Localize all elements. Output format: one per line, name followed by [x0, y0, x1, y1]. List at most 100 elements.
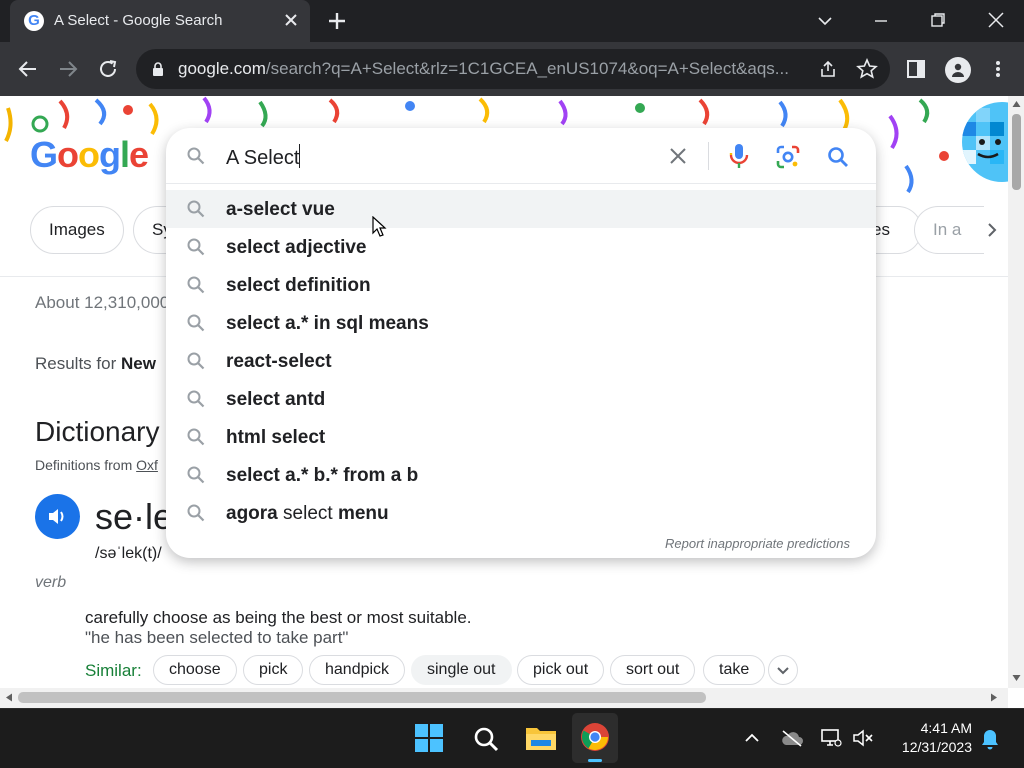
scroll-right-arrow-icon[interactable] [990, 693, 998, 702]
filter-chip-images[interactable]: Images [30, 206, 124, 254]
volume-muted-icon[interactable] [852, 728, 874, 748]
tab-close-icon[interactable] [280, 9, 302, 31]
onedrive-cloud-icon[interactable] [780, 729, 804, 747]
pronunciation-speaker-button[interactable] [35, 494, 80, 539]
google-lens-camera-icon[interactable] [775, 144, 801, 170]
tab-strip: G A Select - Google Search [0, 0, 1024, 42]
suggestion-search-icon [187, 466, 205, 484]
bookmark-star-icon[interactable] [856, 58, 878, 80]
search-icon [187, 147, 205, 165]
google-logo[interactable]: Google [30, 134, 149, 176]
suggestion-search-icon [187, 390, 205, 408]
suggestion-search-icon [187, 428, 205, 446]
suggestion-item[interactable]: select antd [166, 380, 876, 418]
suggestion-search-icon [187, 314, 205, 332]
more-menu-icon[interactable] [988, 59, 1008, 79]
suggestion-search-icon [187, 238, 205, 256]
definition-text: carefully choose as being the best or mo… [85, 608, 472, 627]
result-stats: About 12,310,000 [35, 293, 170, 312]
suggestion-text: agora select menu [226, 503, 389, 525]
chrome-icon [581, 723, 609, 751]
lock-icon[interactable] [150, 61, 166, 77]
results-for-place-link[interactable]: New [121, 354, 156, 373]
reload-icon[interactable] [96, 57, 120, 81]
similar-word-chip[interactable]: pick out [517, 655, 605, 685]
taskbar-clock[interactable]: 4:41 AM 12/31/2023 [902, 719, 972, 757]
horizontal-scrollbar[interactable] [0, 688, 1008, 708]
clock-time: 4:41 AM [920, 720, 972, 736]
dictionary-source-link[interactable]: Oxf [136, 457, 158, 473]
url-text[interactable]: google.com/search?q=A+Select&rlz=1C1GCEA… [178, 59, 818, 79]
scroll-down-arrow-icon[interactable] [1012, 674, 1021, 682]
similar-word-chip[interactable]: take [703, 655, 766, 685]
windows-taskbar: 4:41 AM 12/31/2023 [0, 708, 1024, 768]
dictionary-source: Definitions from Oxf [35, 457, 158, 473]
chips-next-chevron-icon[interactable] [982, 220, 1002, 240]
chrome-taskbar-button[interactable] [572, 713, 618, 763]
back-arrow-icon[interactable] [16, 57, 40, 81]
suggestion-bold-part: agora [226, 503, 278, 524]
windows-start-icon[interactable] [414, 723, 444, 753]
search-box-divider [708, 142, 709, 170]
horizontal-scroll-thumb[interactable] [18, 692, 706, 703]
suggestion-text: html select [226, 427, 326, 448]
active-app-indicator [588, 759, 602, 762]
url-host: google.com [178, 59, 266, 78]
notification-bell-icon[interactable] [980, 728, 1000, 750]
clear-search-icon[interactable] [668, 146, 688, 166]
system-tray-chevron-up-icon[interactable] [744, 731, 760, 745]
suggestion-item[interactable]: agora select menu [166, 494, 876, 532]
minimize-icon[interactable] [872, 12, 890, 30]
restore-icon[interactable] [929, 11, 947, 29]
side-panel-icon[interactable] [906, 59, 926, 79]
suggestion-normal-part: select [277, 503, 338, 524]
search-results-page: Google Images Sy es In a About 12,310,00… [0, 96, 1008, 688]
suggestion-item[interactable]: react-select [166, 342, 876, 380]
results-for-location: Results for New [35, 354, 156, 374]
tab-search-chevron-down-icon[interactable] [816, 12, 834, 30]
similar-word-chip[interactable]: handpick [309, 655, 406, 685]
suggestion-search-icon [187, 200, 205, 218]
similar-word-chip[interactable]: single out [411, 655, 512, 685]
search-input[interactable]: A Select [226, 144, 301, 170]
dictionary-phonetic: /səˈlek(t)/ [95, 545, 162, 562]
results-for-prefix: Results for [35, 354, 121, 373]
search-submit-icon[interactable] [826, 145, 850, 169]
google-favicon-icon: G [24, 11, 44, 31]
suggestion-search-icon [187, 504, 205, 522]
voice-search-microphone-icon[interactable] [728, 142, 750, 170]
filter-chip-in-a[interactable]: In a [914, 206, 984, 254]
suggestion-item[interactable]: select a.* b.* from a b [166, 456, 876, 494]
similar-word-chip[interactable]: choose [153, 655, 237, 685]
similar-word-chip[interactable]: sort out [610, 655, 696, 685]
clock-date: 12/31/2023 [901, 739, 972, 755]
file-explorer-folder-icon[interactable] [525, 724, 557, 752]
vertical-scroll-thumb[interactable] [1012, 114, 1021, 190]
search-input-value: A Select [226, 147, 300, 169]
vertical-scrollbar[interactable] [1008, 96, 1024, 688]
suggestion-item[interactable]: select adjective [166, 228, 876, 266]
profile-avatar-icon[interactable] [945, 57, 971, 83]
address-bar[interactable]: google.com/search?q=A+Select&rlz=1C1GCEA… [136, 49, 890, 89]
share-icon[interactable] [818, 59, 838, 79]
suggestion-item[interactable]: select definition [166, 266, 876, 304]
search-box[interactable]: A Select [166, 128, 876, 184]
suggestion-item[interactable]: html select [166, 418, 876, 456]
suggestion-search-icon [187, 276, 205, 294]
suggestion-item[interactable]: a-select vue [166, 190, 876, 228]
suggestion-text: select antd [226, 389, 326, 410]
new-tab-plus-icon[interactable] [325, 9, 349, 33]
text-caret [299, 144, 301, 168]
report-predictions-link[interactable]: Report inappropriate predictions [665, 536, 850, 551]
scroll-left-arrow-icon[interactable] [5, 693, 13, 702]
suggestion-bold-tail: menu [337, 503, 389, 524]
scroll-up-arrow-icon[interactable] [1012, 100, 1021, 108]
similar-word-chip[interactable]: pick [243, 655, 304, 685]
forward-arrow-icon[interactable] [56, 57, 80, 81]
network-monitor-icon[interactable] [820, 728, 842, 748]
browser-tab[interactable]: G A Select - Google Search [10, 0, 310, 42]
similar-expand-button[interactable] [768, 655, 798, 685]
taskbar-search-icon[interactable] [472, 725, 500, 753]
window-close-icon[interactable] [986, 10, 1006, 30]
suggestion-item[interactable]: select a.* in sql means [166, 304, 876, 342]
